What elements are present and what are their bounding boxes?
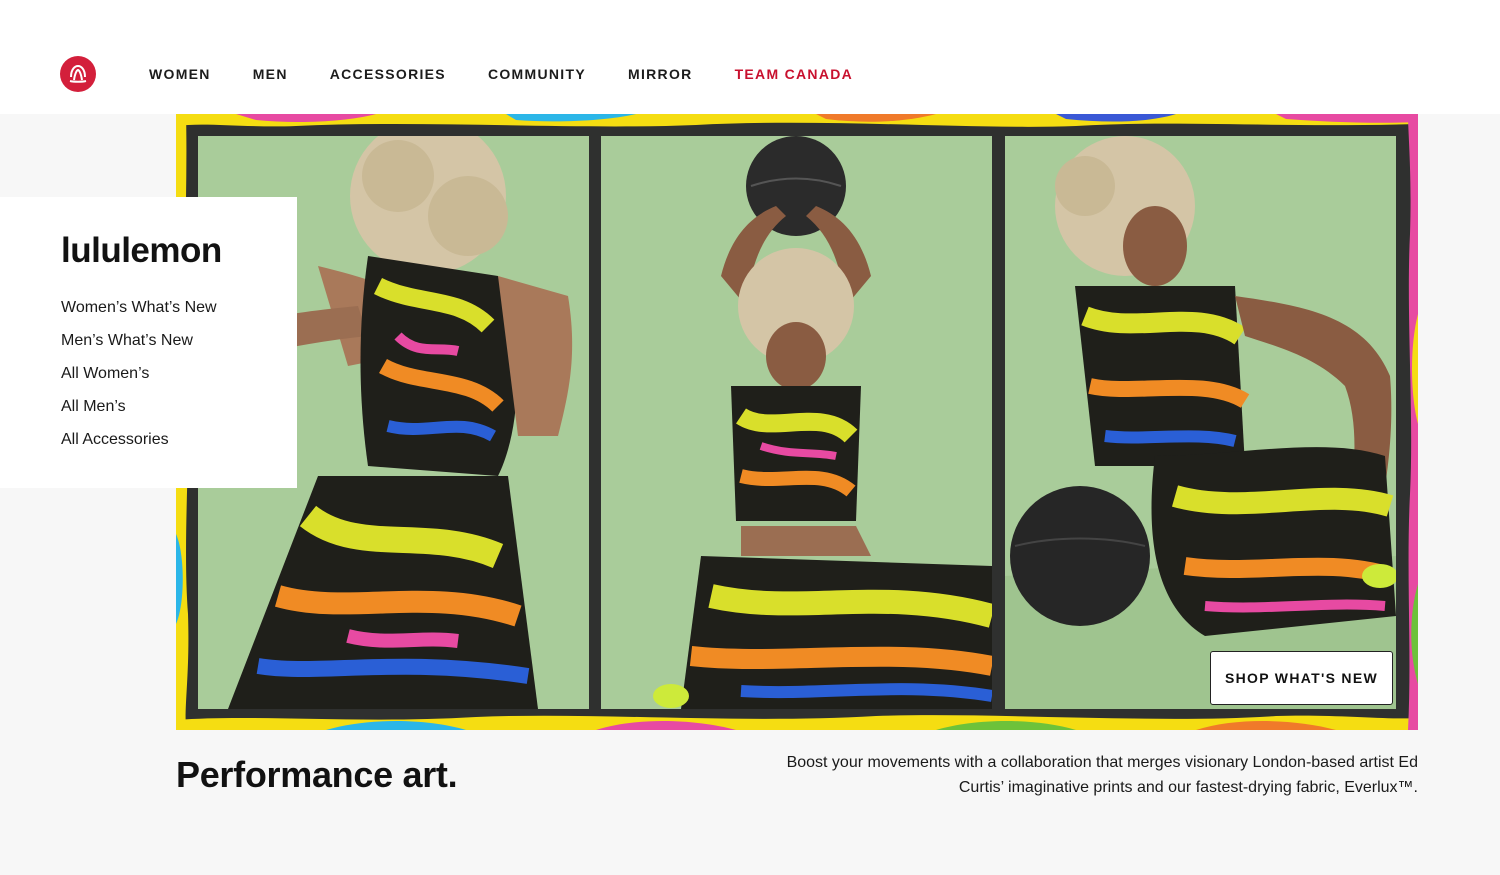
side-category-list: Women’s What’s New Men’s What’s New All …	[61, 291, 297, 456]
nav-item-mirror[interactable]: MIRROR	[628, 66, 693, 82]
model-photo-seated	[1005, 136, 1396, 709]
lululemon-logo-icon[interactable]	[60, 56, 96, 92]
nav-item-team-canada[interactable]: TEAM CANADA	[735, 66, 854, 82]
promo-headline: Performance art.	[176, 754, 458, 795]
hero-photo-2	[601, 136, 992, 709]
model-photo-ball-overhead	[601, 136, 992, 709]
shop-whats-new-button[interactable]: SHOP WHAT'S NEW	[1210, 651, 1393, 705]
nav-item-men[interactable]: MEN	[253, 66, 288, 82]
side-category-card: lululemon Women’s What’s New Men’s What’…	[0, 197, 297, 488]
side-link-all-accessories[interactable]: All Accessories	[61, 423, 297, 456]
side-link-all-mens[interactable]: All Men’s	[61, 390, 297, 423]
logo-mark	[69, 64, 87, 83]
site-header: WOMEN MEN ACCESSORIES COMMUNITY MIRROR T…	[0, 0, 1500, 114]
brand-title: lululemon	[61, 231, 222, 270]
main-nav: WOMEN MEN ACCESSORIES COMMUNITY MIRROR T…	[149, 66, 853, 82]
side-link-womens-whats-new[interactable]: Women’s What’s New	[61, 291, 297, 324]
hero-banner[interactable]	[176, 114, 1418, 730]
nav-item-accessories[interactable]: ACCESSORIES	[330, 66, 446, 82]
side-link-all-womens[interactable]: All Women’s	[61, 357, 297, 390]
nav-item-women[interactable]: WOMEN	[149, 66, 211, 82]
promo-description: Boost your movements with a collaboratio…	[786, 754, 1418, 796]
hero-photo-3	[1005, 136, 1396, 709]
side-link-mens-whats-new[interactable]: Men’s What’s New	[61, 324, 297, 357]
nav-item-community[interactable]: COMMUNITY	[488, 66, 586, 82]
